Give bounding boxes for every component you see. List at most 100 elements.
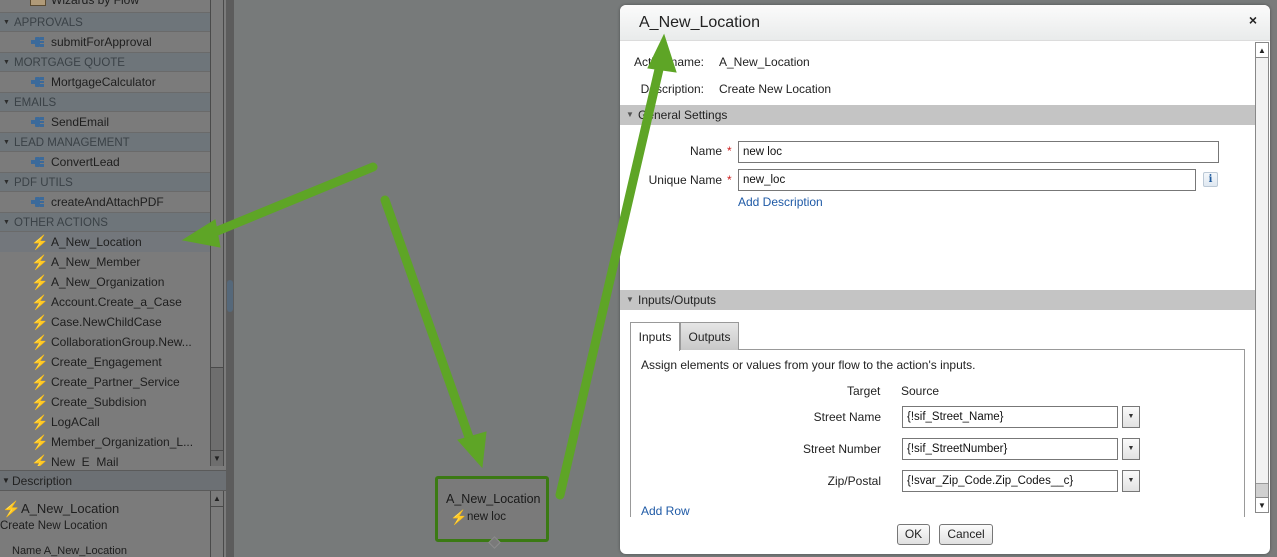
palette-item[interactable]: createAndAttachPDF — [0, 192, 210, 212]
inputs-tab-panel: Assign elements or values from your flow… — [630, 349, 1245, 517]
dropdown-arrow-icon[interactable]: ▼ — [1122, 470, 1140, 492]
palette-item[interactable]: ⚡ Create_Engagement — [0, 352, 210, 372]
source-input[interactable]: {!sif_StreetNumber} — [902, 438, 1118, 460]
wizard-icon — [30, 0, 46, 6]
dialog-title: A_New_Location — [639, 14, 760, 31]
panel-splitter[interactable] — [226, 0, 234, 557]
lightning-bolt-icon: ⚡ — [450, 509, 468, 525]
lightning-bolt-icon: ⚡ — [31, 294, 49, 310]
palette-item[interactable]: ⚡ New_E_Mail — [0, 452, 210, 466]
palette-item[interactable]: ⚡ A_New_Location — [0, 232, 210, 252]
palette-item[interactable]: ⚡ LogACall — [0, 412, 210, 432]
flow-action-node[interactable]: A_New_Location ⚡ new loc — [435, 476, 549, 549]
palette-category[interactable]: ▼ PDF UTILS — [0, 172, 210, 192]
target-column-header: Target — [847, 384, 881, 398]
target-label: Zip/Postal — [827, 474, 881, 488]
general-settings-header[interactable]: ▼ General Settings — [620, 105, 1255, 125]
palette-category[interactable]: ▼ LEAD MANAGEMENT — [0, 132, 210, 152]
tab-outputs[interactable]: Outputs — [680, 322, 739, 350]
palette-item[interactable]: ⚡ Member_Organization_L... — [0, 432, 210, 452]
name-input[interactable]: new loc — [738, 141, 1219, 163]
annotation-arrow-to-node — [380, 195, 475, 445]
tab-inputs[interactable]: Inputs — [630, 322, 680, 351]
source-input[interactable]: {!svar_Zip_Code.Zip_Codes__c} — [902, 470, 1118, 492]
palette-item[interactable]: ⚡ Create_Partner_Service — [0, 372, 210, 392]
scrollbar-thumb[interactable] — [211, 0, 223, 368]
palette-item[interactable]: SendEmail — [0, 112, 210, 132]
collapse-triangle-icon: ▼ — [2, 476, 10, 485]
connector-handle[interactable] — [488, 536, 501, 549]
unique-name-label: Unique Name — [648, 173, 722, 187]
lightning-bolt-icon: ⚡ — [31, 374, 49, 390]
unique-name-input[interactable]: new_loc — [738, 169, 1196, 191]
lightning-bolt-icon: ⚡ — [31, 274, 49, 290]
source-column-header: Source — [901, 384, 940, 398]
palette-item[interactable]: ⚡ Create_Subdision — [0, 392, 210, 412]
palette-item[interactable]: ⚡ Account.Create_a_Case — [0, 292, 210, 312]
background-panel — [1270, 0, 1277, 557]
description-panel-header[interactable]: ▼ Description — [0, 470, 226, 491]
description-name: Name A_New_Location — [12, 545, 127, 557]
lightning-bolt-icon: ⚡ — [31, 414, 49, 430]
ok-button[interactable]: OK — [897, 524, 930, 545]
palette-category[interactable]: ▼ MORTGAGE QUOTE — [0, 52, 210, 72]
palette-item[interactable]: ⚡ A_New_Member — [0, 252, 210, 272]
palette-item[interactable]: ⚡ A_New_Organization — [0, 272, 210, 292]
dialog-scrollbar[interactable]: ▲ ▼ — [1255, 42, 1269, 513]
apex-plugin-icon — [31, 77, 44, 87]
apex-plugin-icon — [31, 117, 44, 127]
lightning-bolt-icon: ⚡ — [31, 254, 49, 270]
dialog-body: Action name: A_New_Location Description:… — [620, 42, 1255, 517]
lightning-bolt-icon: ⚡ — [31, 394, 49, 410]
lightning-bolt-icon: ⚡ — [31, 314, 49, 330]
description-label: Description: — [640, 82, 704, 96]
dialog-header: A_New_Location × — [620, 5, 1270, 41]
action-name-label: Action name: — [633, 55, 704, 69]
collapse-triangle-icon: ▼ — [626, 110, 634, 119]
palette-item[interactable]: ConvertLead — [0, 152, 210, 172]
palette-category[interactable]: ▼ APPROVALS — [0, 12, 210, 32]
palette-category-other-actions[interactable]: ▼ OTHER ACTIONS — [0, 212, 210, 232]
inputs-outputs-header[interactable]: ▼ Inputs/Outputs — [620, 290, 1255, 310]
palette-list: Wizards by Flow ▼ APPROVALS submitForAppro… — [0, 0, 210, 466]
instructions-text: Assign elements or values from your flow… — [641, 358, 976, 372]
node-label: new loc — [467, 511, 506, 523]
info-icon[interactable]: i — [1203, 172, 1218, 187]
lightning-bolt-icon: ⚡ — [31, 354, 49, 370]
palette-item[interactable]: ⚡ CollaborationGroup.New... — [0, 332, 210, 352]
scroll-down-arrow-icon[interactable]: ▼ — [1256, 497, 1268, 512]
lightning-bolt-icon: ⚡ — [2, 501, 21, 518]
description-scrollbar[interactable]: ▲ — [210, 491, 224, 557]
add-row-link[interactable]: Add Row — [641, 504, 690, 517]
palette-scrollbar[interactable]: ▼ — [210, 0, 224, 466]
collapse-handle[interactable] — [227, 280, 233, 312]
action-name-value: A_New_Location — [719, 55, 810, 69]
palette-item[interactable]: MortgageCalculator — [0, 72, 210, 92]
arrowhead — [457, 431, 487, 469]
scrollbar-thumb[interactable] — [1256, 483, 1268, 497]
dropdown-arrow-icon[interactable]: ▼ — [1122, 438, 1140, 460]
apex-plugin-icon — [31, 157, 44, 167]
collapse-triangle-icon: ▼ — [3, 219, 10, 226]
palette-category[interactable]: ▼ EMAILS — [0, 92, 210, 112]
source-input[interactable]: {!sif_Street_Name} — [902, 406, 1118, 428]
lightning-bolt-icon: ⚡ — [31, 334, 49, 350]
element-palette: Wizards by Flow ▼ APPROVALS submitForAppro… — [0, 0, 226, 557]
add-description-link[interactable]: Add Description — [738, 195, 823, 209]
palette-item[interactable]: Wizards by Flow — [0, 0, 210, 12]
node-title: A_New_Location — [446, 492, 541, 506]
description-panel: ⚡ A_New_Location Create New Location Nam… — [0, 491, 210, 557]
palette-item[interactable]: ⚡ Case.NewChildCase — [0, 312, 210, 332]
collapse-triangle-icon: ▼ — [3, 99, 10, 106]
collapse-triangle-icon: ▼ — [626, 295, 634, 304]
apex-plugin-icon — [31, 37, 44, 47]
scroll-up-arrow-icon[interactable]: ▲ — [1256, 43, 1268, 58]
scroll-up-arrow-icon[interactable]: ▲ — [211, 491, 223, 507]
dropdown-arrow-icon[interactable]: ▼ — [1122, 406, 1140, 428]
close-icon[interactable]: × — [1249, 12, 1257, 28]
scroll-down-arrow-icon[interactable]: ▼ — [211, 450, 223, 466]
collapse-triangle-icon: ▼ — [3, 179, 10, 186]
palette-item[interactable]: submitForApproval — [0, 32, 210, 52]
lightning-bolt-icon: ⚡ — [31, 234, 49, 250]
cancel-button[interactable]: Cancel — [939, 524, 993, 545]
